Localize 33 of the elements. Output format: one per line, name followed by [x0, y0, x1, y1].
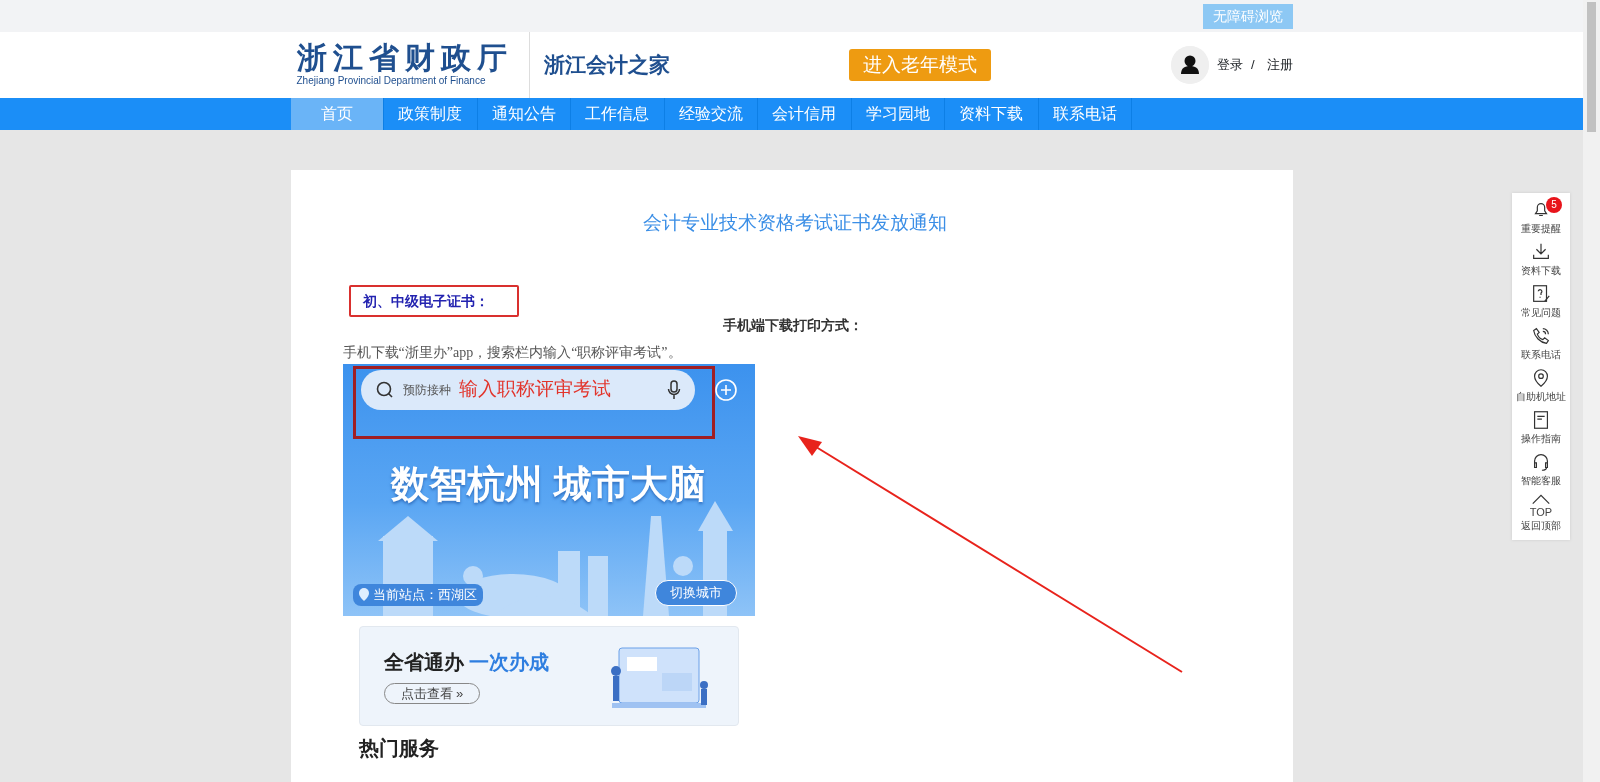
- subheading: 手机端下载打印方式：: [722, 316, 864, 335]
- switch-city-button[interactable]: 切换城市: [654, 580, 737, 606]
- banner-title: 数智杭州 城市大脑: [389, 461, 707, 507]
- plus-icon[interactable]: [714, 378, 737, 401]
- toolbar-item[interactable]: TOP 返回顶部: [1512, 491, 1570, 536]
- separator: /: [1250, 56, 1255, 75]
- search-icon: [374, 379, 395, 400]
- microphone-icon[interactable]: [666, 379, 681, 400]
- toolbar-item[interactable]: 自助机地址: [1512, 365, 1570, 407]
- promo-card[interactable]: 全省通办 一次办成 点击查看 »: [358, 625, 739, 726]
- search-field[interactable]: 预防接种 输入职称评审考试: [360, 369, 695, 410]
- current-site-text: 当前站点：西湖区: [372, 586, 477, 604]
- toolbar-item[interactable]: 常见问题: [1512, 281, 1570, 323]
- instruction-text: 手机下载“浙里办”app，搜索栏内输入“职称评审考试”。: [342, 343, 683, 362]
- register-link[interactable]: 注册: [1266, 55, 1293, 75]
- promo-title: 全省通办 一次办成: [383, 649, 550, 675]
- toolbar-item[interactable]: 操作指南: [1512, 407, 1570, 449]
- location-pin-icon: [358, 588, 369, 602]
- toolbar-item[interactable]: 重要提醒 5: [1512, 197, 1570, 239]
- section-label: 初、中级电子证书：: [348, 284, 519, 317]
- logo-title: 浙江省财政厅: [296, 42, 513, 73]
- toolbar-item[interactable]: 智能客服: [1512, 449, 1570, 491]
- article-title: 会计专业技术资格考试证书发放通知: [641, 210, 948, 235]
- toolbar-item[interactable]: 联系电话: [1512, 323, 1570, 365]
- logo-subtitle: Zhejiang Provincial Department of Finance: [296, 73, 487, 88]
- section-heading: 热门服务: [358, 735, 440, 760]
- phone-icon: [1530, 325, 1552, 347]
- scrollbar[interactable]: [1583, 0, 1600, 782]
- question-icon: [1530, 283, 1552, 305]
- notification-count: 5: [1546, 197, 1562, 213]
- chevron-up-icon: [1530, 493, 1552, 507]
- toolbar-item[interactable]: 资料下载: [1512, 239, 1570, 281]
- login-link[interactable]: 登录: [1216, 55, 1243, 75]
